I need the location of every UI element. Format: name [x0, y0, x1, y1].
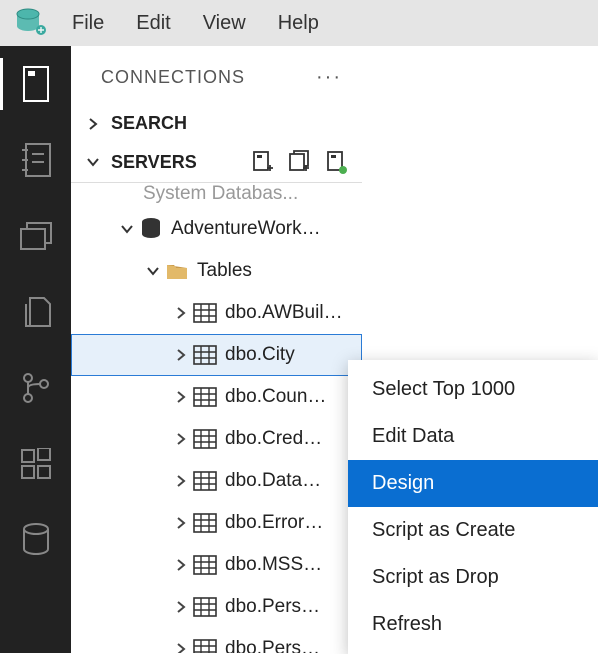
chevron-right-icon: [171, 600, 191, 614]
ctx-edit-data[interactable]: Edit Data: [348, 413, 598, 460]
chevron-right-icon: [171, 348, 191, 362]
active-connections-icon[interactable]: [326, 150, 348, 174]
servers-actions: [252, 150, 348, 174]
table-icon: [191, 639, 219, 653]
tree-item-table[interactable]: dbo.Pers…: [71, 628, 362, 653]
new-connection-icon[interactable]: [252, 150, 274, 174]
copy-icon[interactable]: [16, 292, 56, 332]
side-panel: CONNECTIONS ··· SEARCH SERVERS System Da…: [71, 46, 362, 653]
more-icon[interactable]: ···: [316, 66, 342, 89]
tree-item-table[interactable]: dbo.Cred…: [71, 418, 362, 460]
tree-item-table[interactable]: dbo.AWBuil…: [71, 292, 362, 334]
tree-item-table[interactable]: dbo.Error…: [71, 502, 362, 544]
menu-file[interactable]: File: [56, 6, 120, 41]
folder-icon: [163, 261, 191, 281]
ctx-refresh[interactable]: Refresh: [348, 601, 598, 648]
database-icon[interactable]: [16, 520, 56, 560]
panel-title: CONNECTIONS: [101, 67, 245, 88]
ctx-select-top-1000[interactable]: Select Top 1000: [348, 366, 598, 413]
tree-item-label: dbo.AWBuil…: [225, 302, 343, 324]
app-logo-icon: [8, 0, 56, 47]
section-servers-label: SERVERS: [111, 152, 197, 173]
tree-item-label: Tables: [197, 260, 252, 282]
tree-item-table[interactable]: dbo.Coun…: [71, 376, 362, 418]
tree: System Databas... AdventureWork… Tables …: [71, 182, 362, 653]
tree-item-label: dbo.Error…: [225, 512, 323, 534]
connections-icon[interactable]: [16, 64, 56, 104]
tree-item-truncated: System Databas...: [71, 182, 362, 208]
tree-item-label: dbo.Coun…: [225, 386, 326, 408]
context-menu: Select Top 1000 Edit Data Design Script …: [348, 360, 598, 654]
database-icon: [137, 217, 165, 241]
notebook-icon[interactable]: [16, 140, 56, 180]
chevron-right-icon: [171, 558, 191, 572]
chevron-right-icon: [171, 390, 191, 404]
source-control-icon[interactable]: [16, 368, 56, 408]
chevron-right-icon: [171, 432, 191, 446]
panel-header: CONNECTIONS ···: [71, 46, 362, 105]
chevron-right-icon: [171, 474, 191, 488]
section-search[interactable]: SEARCH: [71, 105, 362, 142]
chevron-right-icon: [171, 516, 191, 530]
extensions-icon[interactable]: [16, 444, 56, 484]
tree-item-table[interactable]: dbo.Pers…: [71, 586, 362, 628]
chevron-right-icon: [171, 306, 191, 320]
tree-item-label: dbo.City: [225, 344, 295, 366]
tree-item-table[interactable]: dbo.MSS…: [71, 544, 362, 586]
table-icon: [191, 513, 219, 533]
table-icon: [191, 387, 219, 407]
tree-item-table[interactable]: dbo.Data…: [71, 460, 362, 502]
table-icon: [191, 429, 219, 449]
tree-item-label: dbo.MSS…: [225, 554, 322, 576]
windows-icon[interactable]: [16, 216, 56, 256]
chevron-down-icon: [85, 156, 101, 168]
menu-help[interactable]: Help: [262, 6, 335, 41]
menubar: File Edit View Help: [0, 0, 598, 46]
tree-item-label: dbo.Pers…: [225, 596, 320, 618]
table-icon: [191, 303, 219, 323]
table-icon: [191, 555, 219, 575]
chevron-down-icon: [117, 223, 137, 235]
tree-item-label: dbo.Data…: [225, 470, 321, 492]
tree-item-label: dbo.Pers…: [225, 638, 320, 653]
tree-item-database[interactable]: AdventureWork…: [71, 208, 362, 250]
section-search-label: SEARCH: [111, 113, 187, 134]
section-servers[interactable]: SERVERS: [71, 142, 362, 182]
table-icon: [191, 471, 219, 491]
menu-edit[interactable]: Edit: [120, 6, 186, 41]
tree-item-label: AdventureWork…: [171, 218, 321, 240]
chevron-right-icon: [85, 117, 101, 131]
menu-view[interactable]: View: [187, 6, 262, 41]
ctx-script-as-create[interactable]: Script as Create: [348, 507, 598, 554]
chevron-right-icon: [171, 642, 191, 653]
ctx-design[interactable]: Design: [348, 460, 598, 507]
tree-item-table[interactable]: dbo.City: [71, 334, 362, 376]
new-group-icon[interactable]: [288, 150, 312, 174]
chevron-down-icon: [143, 265, 163, 277]
ctx-script-as-drop[interactable]: Script as Drop: [348, 554, 598, 601]
tree-item-label: dbo.Cred…: [225, 428, 322, 450]
tree-item-tables-folder[interactable]: Tables: [71, 250, 362, 292]
activity-bar: [0, 46, 71, 653]
table-icon: [191, 597, 219, 617]
table-icon: [191, 345, 219, 365]
